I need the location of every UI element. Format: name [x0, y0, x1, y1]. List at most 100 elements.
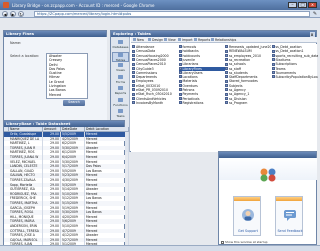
minimize-button[interactable]: –: [288, 1, 297, 8]
table-item[interactable]: Registrations: [178, 100, 225, 105]
table-list: Attendance CensusData CensusHousing2000 Cen…: [131, 44, 318, 152]
feedback-icon: [284, 210, 296, 221]
reload-button[interactable]: ↻: [18, 11, 24, 17]
table-icon: [225, 84, 228, 88]
explorer-nav-item[interactable]: Tasks: [112, 109, 129, 119]
explorer-nav-item[interactable]: Tables: [112, 51, 129, 62]
search-button[interactable]: Search: [63, 100, 85, 106]
checkbox-icon[interactable]: [221, 240, 224, 244]
select-location-label: Select a location:: [10, 54, 40, 58]
explorer-nav-item[interactable]: Views: [112, 63, 129, 73]
nav-label: Forms: [115, 79, 126, 84]
close-button[interactable]: x: [308, 1, 317, 8]
table-icon: [225, 101, 228, 105]
nav-label: Tasks: [116, 114, 125, 118]
table-icon: [225, 96, 228, 100]
table-icon: [225, 75, 228, 79]
browser-titlebar: Library Bridge - on.zcpapp.com - Account…: [0, 0, 320, 10]
table-icon: [132, 96, 135, 100]
table-icon: [132, 79, 135, 83]
table-icon: [178, 79, 182, 83]
table-icon: [178, 49, 182, 53]
wrench-icon[interactable]: ✎: [312, 11, 318, 17]
table-icon: [132, 71, 135, 75]
table-icon: [271, 75, 275, 79]
nav-icon: [118, 109, 123, 113]
tables-explorer-panel: Exploring : Tables x Databases Tables View…: [110, 30, 318, 152]
send-feedback-card[interactable]: Send Feedback: [275, 196, 303, 236]
table-icon: [178, 53, 182, 57]
table-icon: [178, 45, 182, 49]
table-icon: [132, 101, 135, 105]
table-icon: [178, 62, 182, 66]
table-icon: [132, 45, 135, 49]
list-item[interactable]: Merced: [47, 93, 87, 97]
url-input[interactable]: https://ZCpapp.com/merced/library/login.…: [34, 11, 310, 17]
explorer-nav-item[interactable]: Reports: [112, 86, 129, 96]
start-banner: [219, 158, 317, 182]
nav-label: Functions: [113, 102, 128, 107]
table-item[interactable]: ss_Program: [225, 101, 271, 105]
forward-button[interactable]: ▶: [10, 11, 16, 17]
toolbar-item[interactable]: Reports: [194, 38, 210, 42]
table-item[interactable]: SubscribyPopulationByLocation: [271, 75, 318, 79]
table-icon: [132, 88, 135, 92]
logo-icon: [260, 168, 276, 182]
nav-icon: [118, 52, 123, 57]
table-icon: [132, 92, 135, 96]
table-icon: [271, 58, 275, 62]
get-support-label: Get Support: [238, 229, 258, 233]
table-icon: [225, 88, 228, 92]
explorer-nav-item[interactable]: Functions: [112, 97, 129, 108]
get-support-card[interactable]: Get Support: [233, 196, 261, 236]
table-icon: [225, 66, 228, 70]
address-bar: ◀ ▶ ↻ https://ZCpapp.com/merced/library/…: [0, 10, 320, 18]
table-icon: [225, 45, 228, 49]
startup-label: Show this window at startup: [225, 240, 268, 244]
table-item[interactable]: InvoicesByMonth: [132, 101, 178, 105]
table-icon: [225, 92, 228, 96]
toolbar-item[interactable]: View: [164, 38, 176, 42]
toolbar-item[interactable]: Import: [178, 38, 193, 42]
table-icon: [271, 71, 275, 75]
status-bar: [0, 245, 320, 251]
table-icon: [225, 49, 228, 53]
nav-label: Reports: [114, 91, 127, 95]
nav-icon: [118, 97, 123, 102]
datasheet-title: LibraryBase : Table Datasheet: [6, 121, 71, 126]
toolbar-item[interactable]: Relationships: [211, 38, 236, 42]
table-icon: [178, 84, 182, 88]
table-icon: [225, 79, 228, 83]
nav-label: Tables: [115, 57, 126, 62]
close-icon[interactable]: x: [309, 31, 315, 37]
panel-title: Library Fines: [6, 31, 34, 36]
maximize-button[interactable]: □: [298, 1, 307, 8]
table-icon: [132, 75, 135, 79]
table-icon: [271, 53, 275, 57]
table-icon: [132, 84, 135, 88]
nav-icon: [118, 86, 123, 90]
table-icon: [225, 58, 228, 62]
table-icon: [178, 92, 182, 96]
table-name: Registrations: [182, 100, 204, 105]
table-icon: [225, 71, 228, 75]
table-icon: [132, 53, 135, 57]
explorer-nav-item[interactable]: Forms: [112, 74, 129, 85]
location-list[interactable]: Atwater Cressey Delhi Dos Palos Gustine …: [46, 53, 88, 99]
table-icon: [225, 53, 228, 57]
table-icon: [178, 101, 182, 105]
toolbar-item[interactable]: Design: [148, 38, 163, 42]
back-button[interactable]: ◀: [2, 11, 8, 17]
explorer-toolbar: New Design View Import Reports Relationships: [131, 37, 317, 43]
table-icon: [178, 71, 182, 75]
toolbar-item[interactable]: New: [133, 38, 144, 42]
table-icon: [132, 58, 135, 62]
table-icon: [178, 75, 182, 79]
explorer-nav-item[interactable]: Databases: [112, 40, 129, 50]
table-icon: [178, 88, 182, 92]
support-icon: [242, 209, 254, 221]
name-label: Name:: [10, 41, 22, 45]
table-icon: [178, 58, 182, 62]
table-icon: [225, 62, 228, 66]
startup-checkbox-row[interactable]: Show this window at startup: [221, 240, 268, 244]
